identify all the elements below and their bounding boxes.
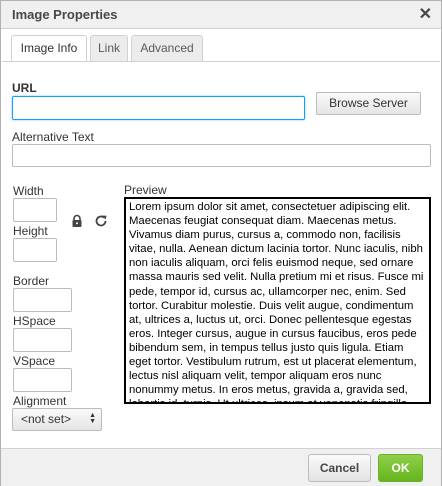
height-label: Height — [13, 224, 48, 238]
tab-advanced-label: Advanced — [140, 41, 194, 55]
cancel-button[interactable]: Cancel — [308, 454, 371, 482]
browse-server-button[interactable]: Browse Server — [316, 92, 421, 115]
vspace-label: VSpace — [13, 354, 56, 368]
image-properties-dialog: Image Properties ✕ Image Info Link Advan… — [0, 0, 442, 486]
alignment-label: Alignment — [13, 394, 67, 408]
tab-link-label: Link — [97, 41, 120, 55]
border-label: Border — [13, 274, 50, 288]
ok-button[interactable]: OK — [378, 454, 423, 482]
tab-image-info-label: Image Info — [20, 41, 78, 55]
dialog-titlebar[interactable]: Image Properties ✕ — [1, 1, 441, 29]
url-label: URL — [12, 81, 37, 95]
close-icon[interactable]: ✕ — [419, 4, 432, 24]
alt-text-input[interactable] — [12, 144, 431, 167]
browse-server-label: Browse Server — [329, 96, 408, 110]
lock-icon[interactable] — [70, 214, 84, 228]
ok-label: OK — [391, 461, 410, 475]
dialog-footer: Cancel OK — [1, 448, 441, 486]
cancel-label: Cancel — [319, 461, 360, 475]
hspace-label: HSpace — [13, 314, 56, 328]
reset-size-icon[interactable] — [94, 214, 108, 228]
alignment-select[interactable]: <not set> ▲ ▼ — [12, 408, 102, 431]
tab-link[interactable]: Link — [90, 35, 128, 61]
select-arrows-icon: ▲ ▼ — [89, 412, 96, 425]
border-input[interactable] — [13, 288, 72, 312]
alignment-selected-value: <not set> — [21, 412, 72, 426]
preview-label: Preview — [124, 183, 167, 197]
url-input[interactable] — [12, 96, 305, 120]
hspace-input[interactable] — [13, 328, 72, 352]
width-input[interactable] — [13, 198, 57, 222]
preview-text: Lorem ipsum dolor sit amet, consectetuer… — [129, 201, 424, 402]
dialog-title: Image Properties — [12, 7, 118, 22]
tab-advanced[interactable]: Advanced — [131, 35, 203, 61]
preview-box: Lorem ipsum dolor sit amet, consectetuer… — [124, 197, 431, 404]
alt-text-label: Alternative Text — [12, 130, 94, 144]
tab-image-info[interactable]: Image Info — [11, 35, 87, 62]
width-label: Width — [13, 184, 44, 198]
vspace-input[interactable] — [13, 368, 72, 392]
tab-divider — [2, 61, 440, 62]
height-input[interactable] — [13, 238, 57, 262]
